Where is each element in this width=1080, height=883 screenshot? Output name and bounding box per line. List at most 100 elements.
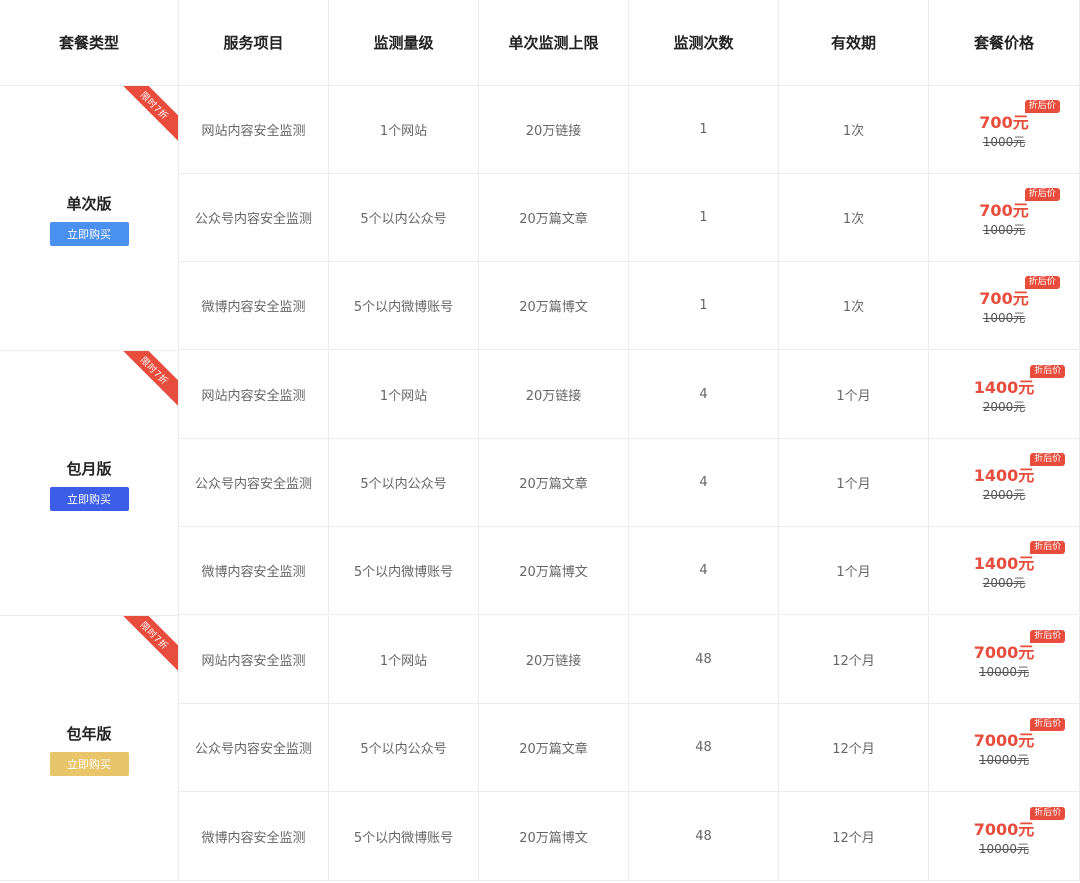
plan-name: 包年版 <box>66 724 112 743</box>
original-price: 10000元 <box>978 753 1030 767</box>
plan-name: 包月版 <box>66 459 112 478</box>
table-row: 网站内容安全监测 1个网站 20万链接 1 1次 折后价 700元 1000元 <box>179 86 1080 174</box>
validity-cell: 12个月 <box>779 792 929 881</box>
price-cell: 折后价 7000元 10000元 <box>929 792 1080 881</box>
price-cell: 折后价 1400元 2000元 <box>929 351 1080 439</box>
discount-price: 7000元 <box>973 819 1035 839</box>
service-cell: 公众号内容安全监测 <box>179 174 329 262</box>
scale-cell: 5个以内公众号 <box>329 439 479 527</box>
limit-cell: 20万篇文章 <box>479 439 629 527</box>
limit-cell: 20万篇博文 <box>479 527 629 615</box>
discount-tag: 折后价 <box>1030 541 1066 554</box>
discount-tag: 折后价 <box>1030 365 1066 378</box>
count-cell: 4 <box>629 439 779 527</box>
table-row: 公众号内容安全监测 5个以内公众号 20万篇文章 1 1次 折后价 700元 1… <box>179 174 1080 262</box>
discount-price: 7000元 <box>973 643 1035 662</box>
discount-price: 1400元 <box>973 554 1035 573</box>
discount-price: 700元 <box>979 289 1029 308</box>
price-cell: 折后价 7000元 10000元 <box>929 616 1080 704</box>
scale-cell: 1个网站 <box>329 86 479 174</box>
scale-cell: 5个以内微博账号 <box>329 527 479 615</box>
count-cell: 4 <box>629 351 779 439</box>
count-cell: 48 <box>629 792 779 881</box>
count-cell: 1 <box>629 86 779 174</box>
limit-cell: 20万篇文章 <box>479 704 629 792</box>
validity-cell: 12个月 <box>779 616 929 704</box>
scale-cell: 5个以内公众号 <box>329 174 479 262</box>
limit-cell: 20万篇文章 <box>479 174 629 262</box>
header-service: 服务项目 <box>179 0 329 86</box>
original-price: 10000元 <box>978 841 1030 856</box>
original-price: 2000元 <box>982 400 1026 414</box>
discount-tag: 折后价 <box>1030 630 1066 643</box>
price-cell: 折后价 700元 1000元 <box>929 86 1080 174</box>
scale-cell: 5个以内公众号 <box>329 704 479 792</box>
table-row: 微博内容安全监测 5个以内微博账号 20万篇博文 4 1个月 折后价 1400元… <box>179 527 1080 615</box>
service-cell: 微博内容安全监测 <box>179 527 329 615</box>
table-row: 公众号内容安全监测 5个以内公众号 20万篇文章 4 1个月 折后价 1400元… <box>179 439 1080 527</box>
header-limit: 单次监测上限 <box>479 0 629 86</box>
count-cell: 1 <box>629 262 779 350</box>
header-price: 套餐价格 <box>929 0 1080 86</box>
table-row: 公众号内容安全监测 5个以内公众号 20万篇文章 48 12个月 折后价 700… <box>179 704 1080 792</box>
discount-tag: 折后价 <box>1030 718 1066 731</box>
original-price: 1000元 <box>982 135 1026 149</box>
count-cell: 48 <box>629 616 779 704</box>
price-cell: 折后价 700元 1000元 <box>929 174 1080 262</box>
original-price: 1000元 <box>982 311 1026 325</box>
limit-cell: 20万链接 <box>479 616 629 704</box>
count-cell: 4 <box>629 527 779 615</box>
header-validity: 有效期 <box>779 0 929 86</box>
discount-tag: 折后价 <box>1030 453 1066 466</box>
validity-cell: 1次 <box>779 262 929 350</box>
limit-cell: 20万篇博文 <box>479 262 629 350</box>
limit-cell: 20万篇博文 <box>479 792 629 881</box>
limit-cell: 20万链接 <box>479 351 629 439</box>
original-price: 2000元 <box>982 576 1026 590</box>
table-row: 网站内容安全监测 1个网站 20万链接 48 12个月 折后价 7000元 10… <box>179 616 1080 704</box>
header-scale: 监测量级 <box>329 0 479 86</box>
buy-now-button[interactable]: 立即购买 <box>49 486 129 511</box>
price-cell: 折后价 7000元 10000元 <box>929 704 1080 792</box>
service-cell: 网站内容安全监测 <box>179 616 329 704</box>
discount-price: 7000元 <box>973 731 1035 750</box>
discount-tag: 折后价 <box>1024 188 1060 201</box>
original-price: 2000元 <box>982 488 1026 502</box>
buy-now-button[interactable]: 立即购买 <box>49 751 129 776</box>
limit-cell: 20万链接 <box>479 86 629 174</box>
service-cell: 公众号内容安全监测 <box>179 704 329 792</box>
validity-cell: 1次 <box>779 174 929 262</box>
original-price: 10000元 <box>978 665 1030 679</box>
header-plan-type: 套餐类型 <box>0 0 179 86</box>
validity-cell: 1个月 <box>779 527 929 615</box>
pricing-table: 套餐类型 服务项目 监测量级 单次监测上限 监测次数 有效期 套餐价格 限时7折… <box>0 0 1080 883</box>
count-cell: 1 <box>629 174 779 262</box>
service-cell: 网站内容安全监测 <box>179 351 329 439</box>
discount-tag: 折后价 <box>1024 100 1060 113</box>
service-cell: 公众号内容安全监测 <box>179 439 329 527</box>
validity-cell: 1次 <box>779 86 929 174</box>
discount-price: 1400元 <box>973 466 1035 485</box>
discount-price: 1400元 <box>973 378 1035 397</box>
plan-yearly: 限时7折 包年版 立即购买 <box>0 616 179 881</box>
count-cell: 48 <box>629 704 779 792</box>
scale-cell: 1个网站 <box>329 616 479 704</box>
buy-now-button[interactable]: 立即购买 <box>49 221 129 246</box>
plan-single: 限时7折 单次版 立即购买 <box>0 86 179 351</box>
scale-cell: 5个以内微博账号 <box>329 792 479 881</box>
discount-price: 700元 <box>979 201 1029 220</box>
price-cell: 折后价 700元 1000元 <box>929 262 1080 350</box>
table-row: 微博内容安全监测 5个以内微博账号 20万篇博文 1 1次 折后价 700元 1… <box>179 262 1080 350</box>
plan-name: 单次版 <box>66 194 112 213</box>
validity-cell: 1个月 <box>779 439 929 527</box>
discount-tag: 折后价 <box>1024 276 1060 289</box>
discount-tag: 折后价 <box>1030 806 1066 820</box>
service-cell: 网站内容安全监测 <box>179 86 329 174</box>
header-count: 监测次数 <box>629 0 779 86</box>
table-row: 网站内容安全监测 1个网站 20万链接 4 1个月 折后价 1400元 2000… <box>179 351 1080 439</box>
validity-cell: 12个月 <box>779 704 929 792</box>
validity-cell: 1个月 <box>779 351 929 439</box>
original-price: 1000元 <box>982 223 1026 237</box>
price-cell: 折后价 1400元 2000元 <box>929 527 1080 615</box>
service-cell: 微博内容安全监测 <box>179 262 329 350</box>
